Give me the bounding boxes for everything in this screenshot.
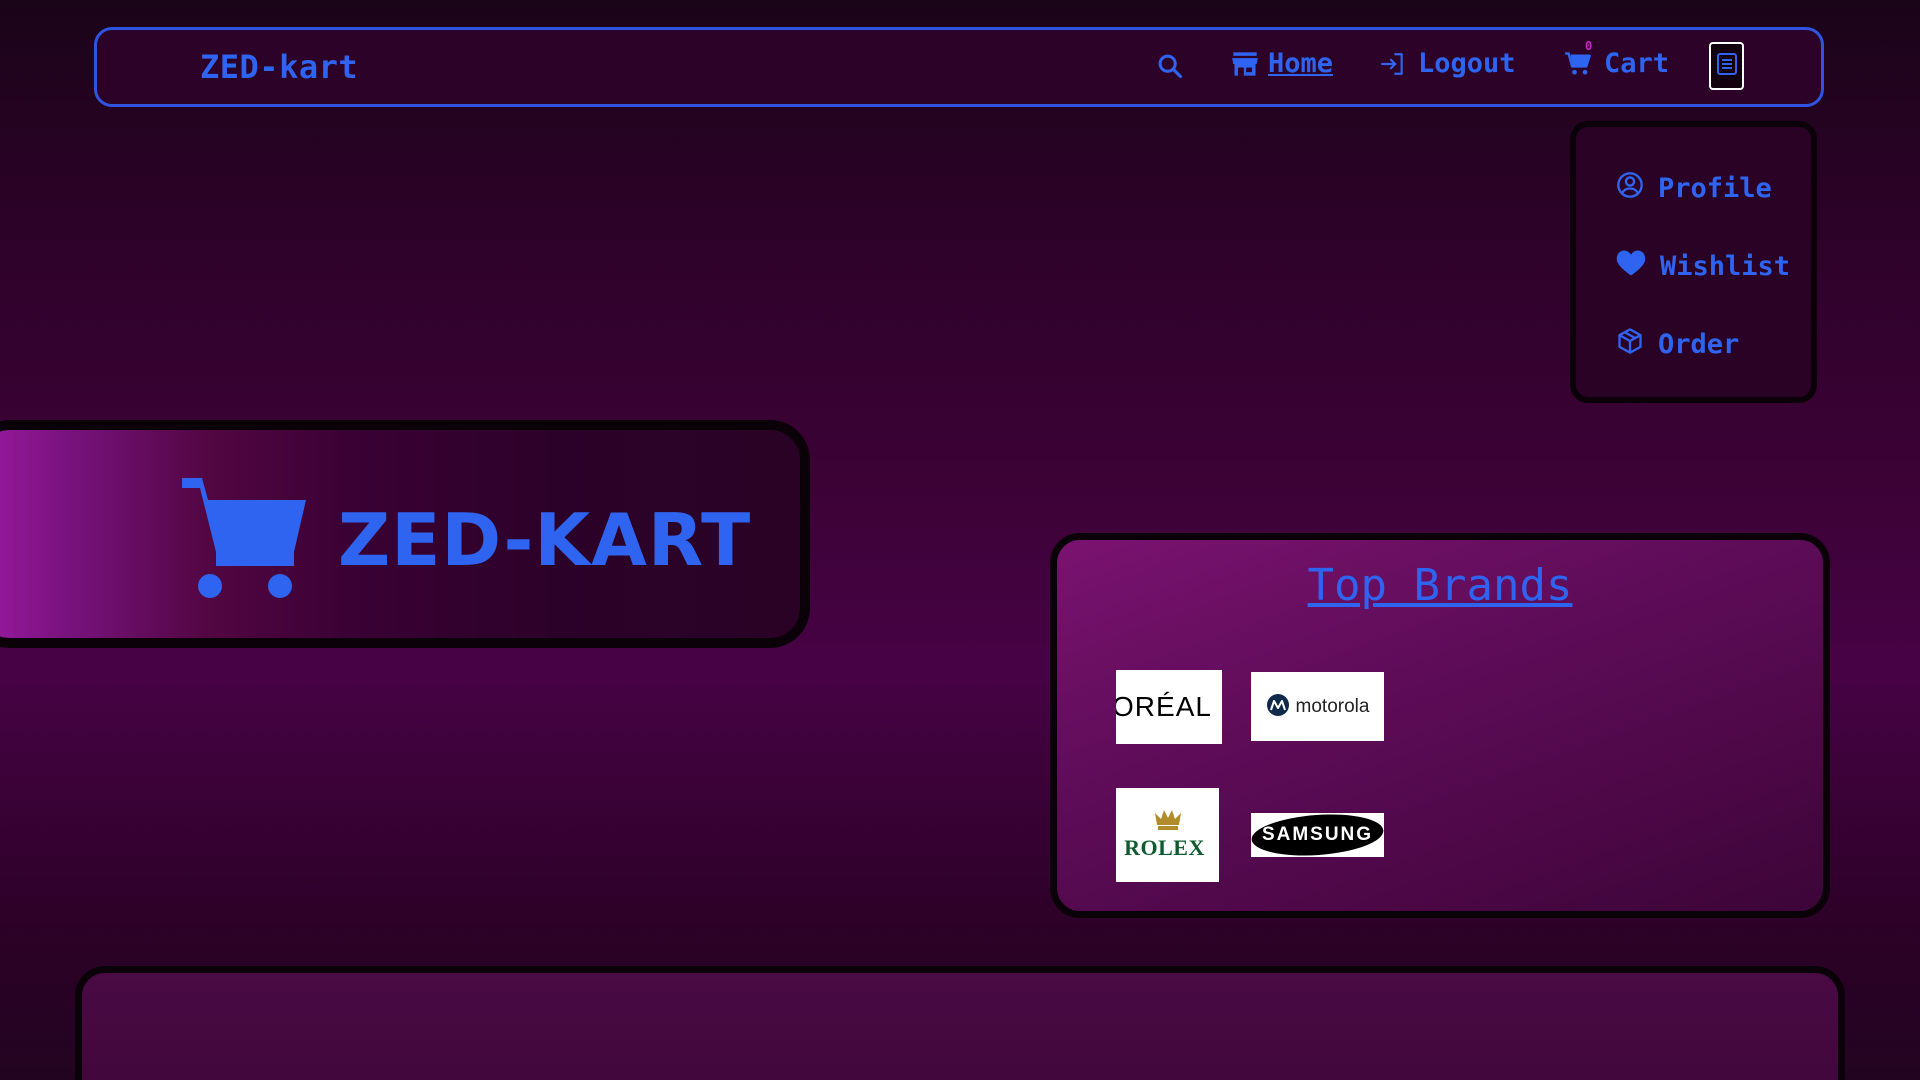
brand-logo-loreal[interactable]: ORÉAL	[1116, 670, 1222, 744]
search-button[interactable]	[1156, 52, 1184, 80]
dropdown-item-profile[interactable]: Profile	[1616, 171, 1772, 206]
dropdown-item-label: Wishlist	[1660, 251, 1791, 282]
brand-logo-text: ORÉAL	[1116, 691, 1212, 722]
hero-banner: ZED-KART	[0, 420, 810, 648]
bottom-content-panel	[75, 966, 1845, 1080]
search-icon	[1156, 52, 1184, 80]
account-dropdown-menu: Profile Wishlist Order	[1570, 121, 1817, 403]
shopping-cart-icon	[180, 474, 308, 606]
nav-home-link[interactable]: Home	[1231, 48, 1333, 79]
nav-cart-label: Cart	[1604, 48, 1670, 79]
brand-logo-rolex[interactable]: ROLEX	[1116, 788, 1219, 882]
box-icon	[1616, 327, 1644, 362]
brand-logo-text: ROLEX	[1124, 835, 1205, 860]
brand-logo-samsung[interactable]: SAMSUNG	[1251, 813, 1384, 857]
document-list-icon	[1716, 52, 1738, 80]
brand-logo-text: SAMSUNG	[1261, 824, 1374, 845]
cart-count-badge: 0	[1585, 38, 1593, 53]
motorola-batwing-icon	[1266, 693, 1290, 721]
login-arrow-icon	[1380, 51, 1406, 77]
top-navbar: ZED-kart Home Logout 0 Cart	[94, 27, 1824, 107]
brand-logo-text: motorola	[1295, 695, 1370, 717]
crown-icon	[1154, 809, 1181, 835]
cart-icon: 0	[1564, 39, 1592, 78]
brand-logo-motorola[interactable]: motorola	[1251, 672, 1384, 741]
heart-icon	[1616, 249, 1646, 284]
nav-home-label: Home	[1268, 48, 1334, 79]
nav-logout-link[interactable]: Logout	[1380, 48, 1516, 79]
dropdown-item-label: Order	[1658, 329, 1740, 360]
top-brands-title[interactable]: Top Brands	[1057, 560, 1823, 611]
brand-logo-text[interactable]: ZED-kart	[200, 48, 358, 86]
top-brands-section: Top Brands ORÉAL motorola ROLEX SAMSUNG	[1050, 533, 1830, 918]
store-icon	[1231, 50, 1259, 78]
hero-title: ZED-KART	[338, 498, 752, 582]
dropdown-item-label: Profile	[1658, 173, 1772, 204]
menu-toggle-button[interactable]	[1709, 42, 1744, 90]
user-circle-icon	[1616, 171, 1644, 206]
dropdown-item-order[interactable]: Order	[1616, 327, 1739, 362]
nav-logout-label: Logout	[1418, 48, 1516, 79]
nav-cart-link[interactable]: 0 Cart	[1564, 39, 1670, 79]
dropdown-item-wishlist[interactable]: Wishlist	[1616, 249, 1790, 284]
